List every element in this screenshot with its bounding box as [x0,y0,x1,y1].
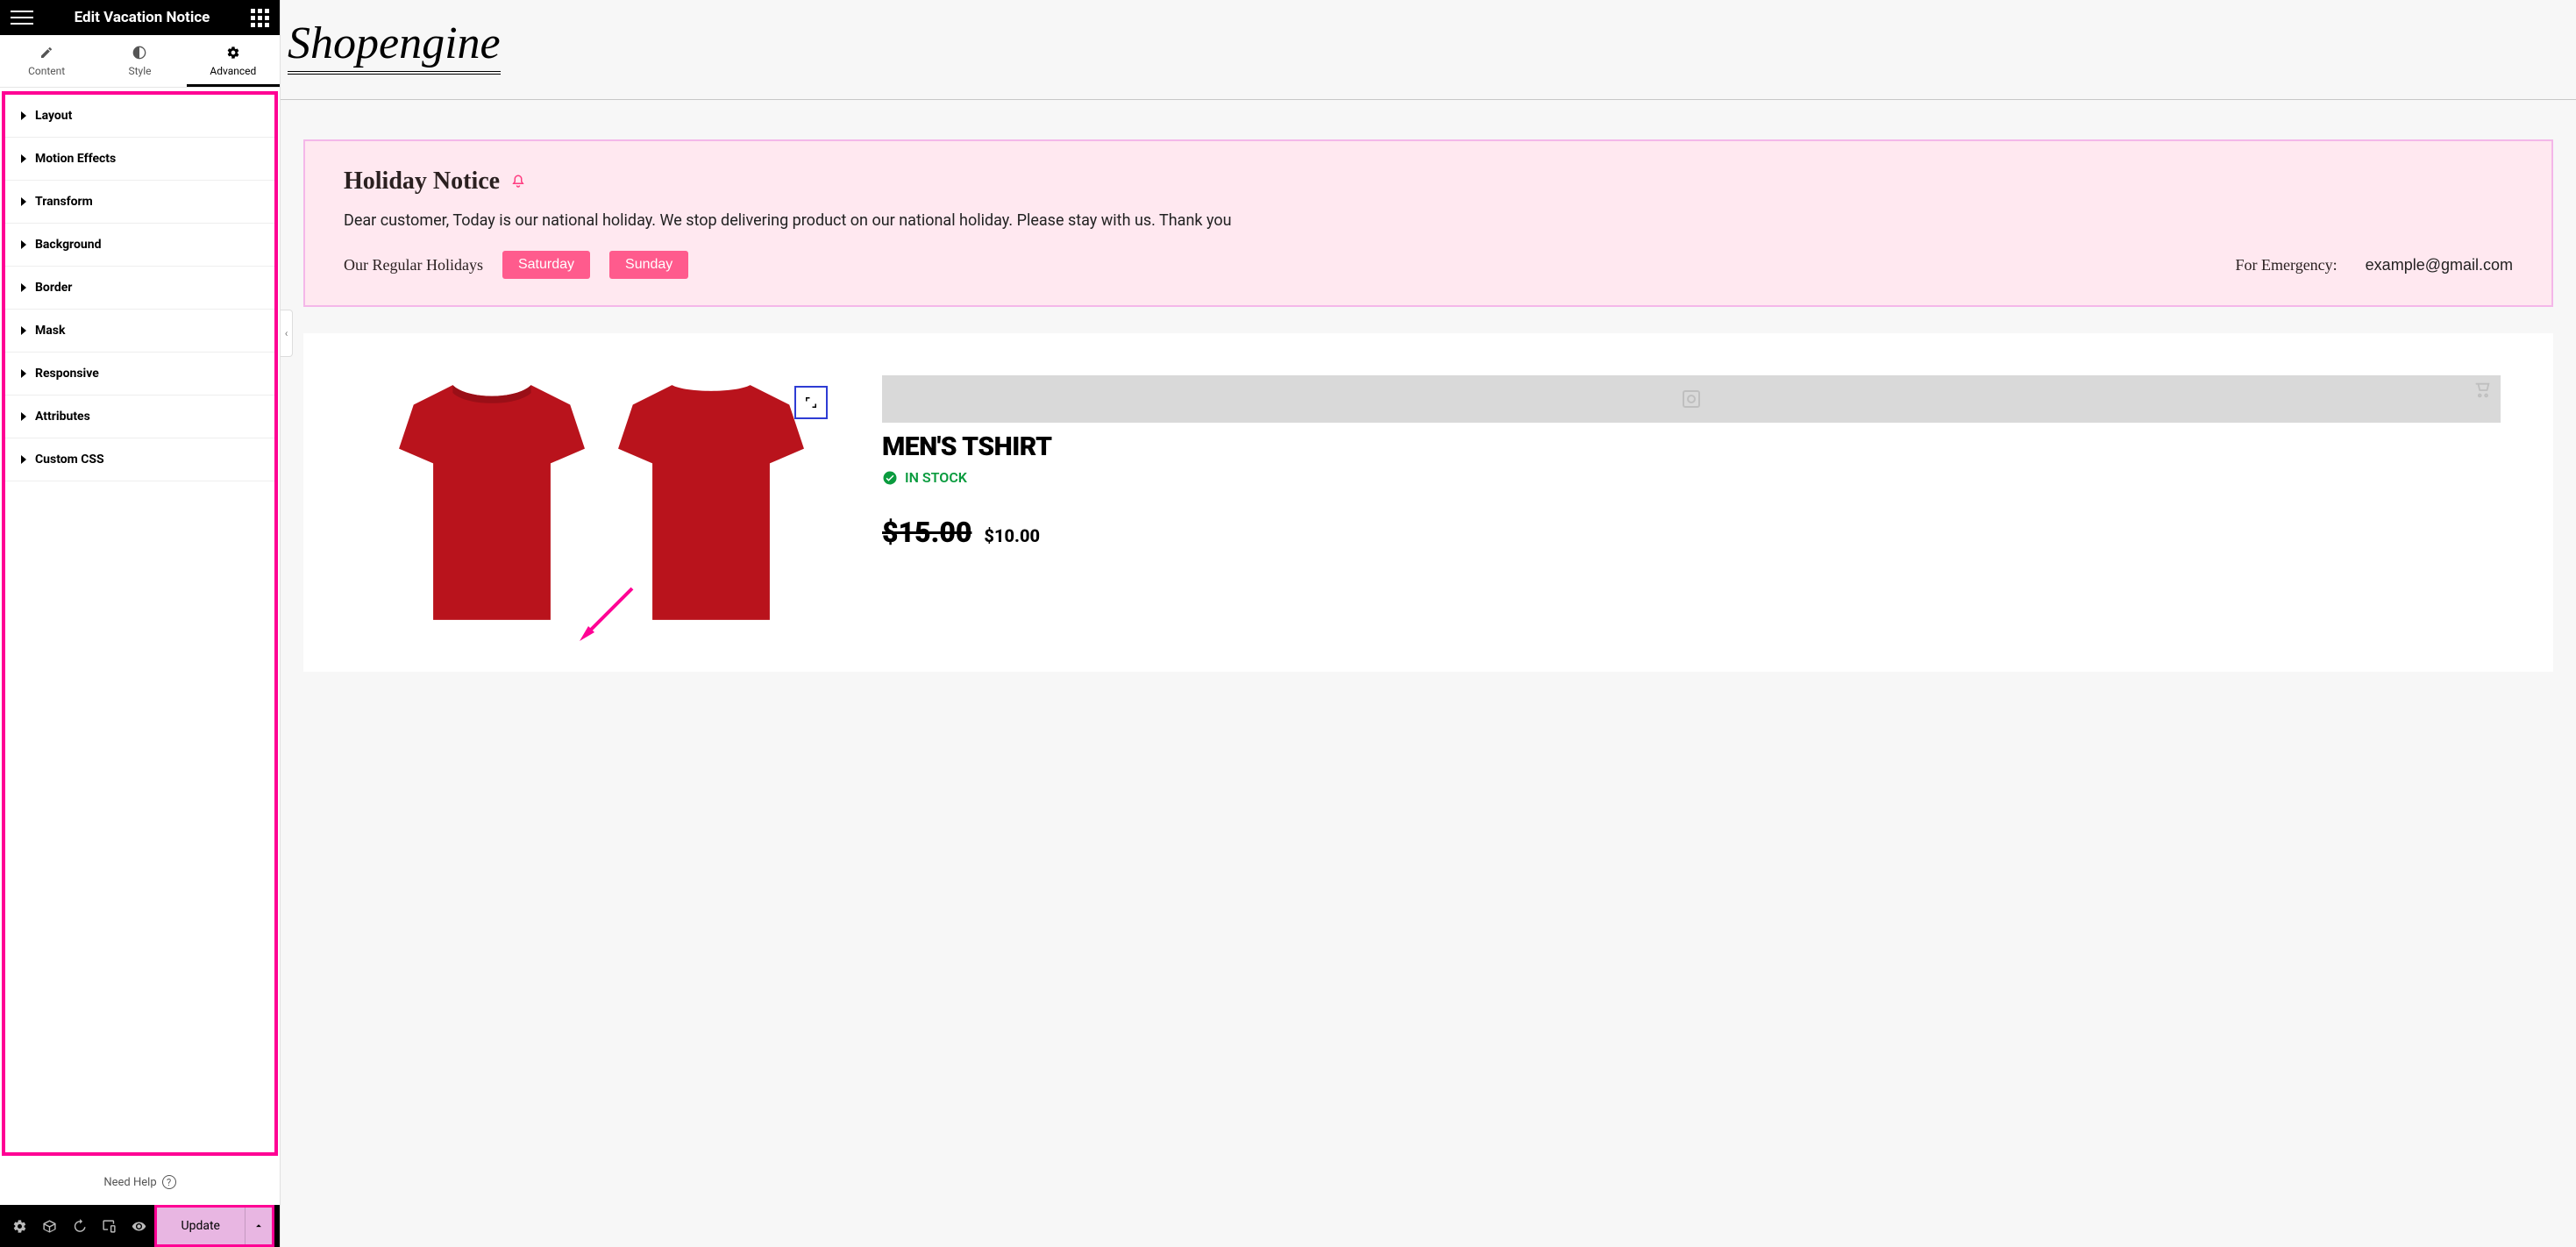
caret-right-icon [21,283,26,292]
caret-right-icon [21,111,26,120]
section-attributes[interactable]: Attributes [5,395,274,438]
update-button[interactable]: Update [157,1208,246,1244]
help-icon: ? [162,1175,176,1189]
caret-right-icon [21,455,26,464]
caret-right-icon [21,197,26,206]
contrast-icon [93,46,186,60]
section-label: Transform [35,195,93,209]
product-title: MEN'S TSHIRT [882,431,2501,462]
editor-tabs: Content Style Advanced [0,35,280,88]
caret-right-icon [21,369,26,378]
vacation-notice-widget[interactable]: Holiday Notice Dear customer, Today is o… [303,139,2553,307]
holiday-badge: Saturday [502,251,590,279]
caret-right-icon [21,412,26,421]
preview-icon[interactable] [125,1210,154,1242]
check-circle-icon [882,470,898,486]
new-price: $10.00 [984,525,1040,546]
bell-icon [510,174,526,189]
section-label: Motion Effects [35,152,116,166]
tab-label: Advanced [210,65,256,77]
site-brand[interactable]: Shopengine [288,18,501,75]
responsive-icon[interactable] [95,1210,125,1242]
tab-advanced[interactable]: Advanced [187,35,280,87]
advanced-sections-highlight: Layout Motion Effects Transform Backgrou… [2,91,278,1156]
section-responsive[interactable]: Responsive [5,353,274,395]
product-image-back [610,375,812,630]
widget-placeholder[interactable] [882,375,2501,423]
notice-message: Dear customer, Today is our national hol… [344,211,2513,230]
sidebar-title: Edit Vacation Notice [75,9,210,26]
product-card: MEN'S TSHIRT IN STOCK $15.00 $10.00 [303,333,2553,672]
section-background[interactable]: Background [5,224,274,267]
navigator-icon[interactable] [35,1210,65,1242]
update-options-button[interactable] [246,1208,272,1244]
section-label: Mask [35,324,65,338]
apps-grid-icon[interactable] [251,9,269,27]
section-motion-effects[interactable]: Motion Effects [5,138,274,181]
section-custom-css[interactable]: Custom CSS [5,438,274,481]
product-images [356,375,847,630]
caret-right-icon [21,326,26,335]
section-label: Layout [35,109,72,123]
stock-status: IN STOCK [882,469,2501,486]
section-mask[interactable]: Mask [5,310,274,353]
need-help[interactable]: Need Help ? [0,1159,280,1205]
emergency-label: For Emergency: [2236,256,2338,274]
holiday-badge: Sunday [609,251,688,279]
sidebar-header: Edit Vacation Notice [0,0,280,35]
history-icon[interactable] [65,1210,95,1242]
preview-canvas: ‹ Shopengine Holiday Notice Dear custome… [281,0,2576,1247]
pencil-icon [0,46,93,60]
section-layout[interactable]: Layout [5,95,274,138]
product-image-front [391,375,593,630]
cart-icon [2473,381,2492,400]
caret-right-icon [21,154,26,163]
section-border[interactable]: Border [5,267,274,310]
caret-right-icon [21,240,26,249]
bottom-toolbar: Update [0,1205,280,1247]
section-label: Custom CSS [35,452,104,467]
emergency-value: example@gmail.com [2366,256,2513,274]
section-label: Border [35,281,72,295]
expand-image-button[interactable] [794,386,828,419]
editor-sidebar: Edit Vacation Notice Content Style Advan… [0,0,281,1247]
tab-content[interactable]: Content [0,35,93,87]
collapse-sidebar-handle[interactable]: ‹ [281,310,293,357]
widget-icon [1681,388,1702,410]
tab-label: Content [28,65,65,77]
product-details: MEN'S TSHIRT IN STOCK $15.00 $10.00 [882,375,2501,630]
tab-label: Style [128,65,151,77]
site-header: Shopengine [281,0,2576,100]
section-transform[interactable]: Transform [5,181,274,224]
settings-icon[interactable] [5,1210,35,1242]
hamburger-icon[interactable] [11,6,33,29]
help-label: Need Help [103,1176,156,1189]
gear-icon [187,46,280,60]
section-label: Attributes [35,410,90,424]
section-label: Background [35,238,101,252]
price-row: $15.00 $10.00 [882,516,2501,549]
section-label: Responsive [35,367,99,381]
tab-style[interactable]: Style [93,35,186,87]
stock-label: IN STOCK [905,469,967,486]
update-button-highlight: Update [154,1205,274,1247]
regular-holidays-label: Our Regular Holidays [344,256,483,274]
notice-title: Holiday Notice [344,167,500,196]
old-price: $15.00 [882,516,971,549]
